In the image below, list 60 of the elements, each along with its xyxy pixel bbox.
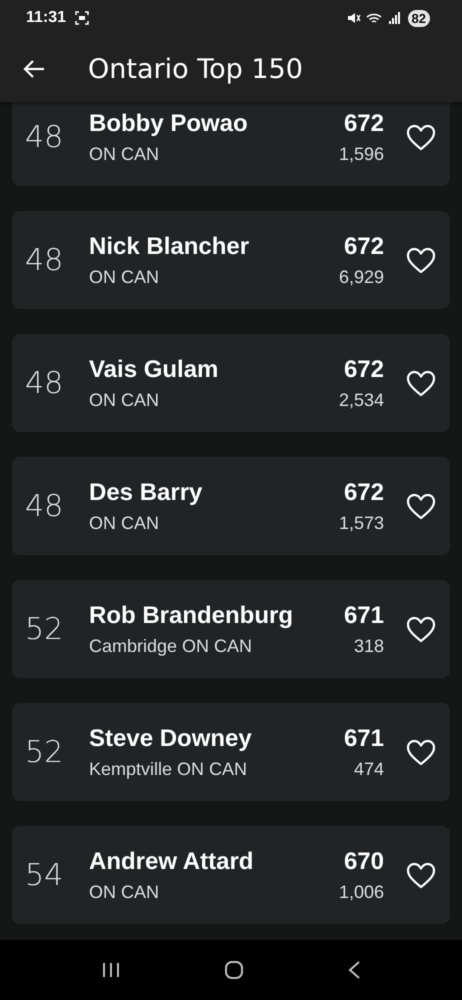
player-card[interactable]: 54 Andrew Attard ON CAN 670 1,006 xyxy=(12,826,450,924)
player-score: 672 xyxy=(344,478,384,506)
rating-count: 318 xyxy=(354,636,384,656)
recent-apps-icon[interactable] xyxy=(101,961,122,979)
heart-icon[interactable] xyxy=(406,616,436,642)
rank-number: 48 xyxy=(25,366,64,400)
player-name: Rob Brandenburg xyxy=(89,602,294,630)
player-location: ON CAN xyxy=(89,144,160,164)
rank-number: 52 xyxy=(25,612,64,646)
rank-number: 52 xyxy=(25,734,64,770)
rating-count: 1,573 xyxy=(338,512,384,534)
player-location: ON CAN xyxy=(89,266,160,288)
player-card[interactable]: 48 Bobby Powao ON CAN 672 1,596 xyxy=(12,102,450,186)
rank-number: 48 xyxy=(25,242,64,278)
player-name: Vais Gulam xyxy=(89,356,220,384)
player-card[interactable]: 52 Steve Downey Kemptville ON CAN 671 474 xyxy=(12,703,450,801)
heart-icon[interactable] xyxy=(406,370,436,396)
player-location: ON CAN xyxy=(89,390,160,410)
player-name: Nick Blancher xyxy=(89,232,250,260)
battery-level: 82 xyxy=(408,10,430,26)
player-card[interactable]: 48 Des Barry ON CAN 672 1,573 xyxy=(12,457,450,555)
player-score: 670 xyxy=(344,848,384,876)
rating-count: 1,006 xyxy=(338,882,384,902)
player-location: Cambridge ON CAN xyxy=(89,636,254,656)
rank-number: 48 xyxy=(25,120,64,154)
player-score: 672 xyxy=(344,356,384,384)
home-icon[interactable] xyxy=(224,960,244,980)
player-score: 672 xyxy=(344,232,384,260)
player-name: Steve Downey xyxy=(89,724,253,752)
player-location: ON CAN xyxy=(89,512,160,534)
player-score: 671 xyxy=(344,602,384,630)
player-name: Andrew Attard xyxy=(89,848,254,876)
back-arrow-icon[interactable] xyxy=(23,59,45,79)
status-time: 11:31 xyxy=(26,9,66,27)
wifi-icon xyxy=(366,12,384,24)
player-name: Bobby Powao xyxy=(89,110,249,138)
player-location: ON CAN xyxy=(89,882,160,902)
player-card[interactable]: 48 Vais Gulam ON CAN 672 2,534 xyxy=(12,334,450,432)
rating-count: 6,929 xyxy=(338,266,384,288)
rating-count: 1,596 xyxy=(338,144,384,164)
player-location: Kemptville ON CAN xyxy=(89,758,248,780)
mute-icon xyxy=(346,12,361,24)
back-icon[interactable] xyxy=(346,960,361,980)
heart-icon[interactable] xyxy=(406,246,436,274)
player-score: 671 xyxy=(344,724,384,752)
rank-number: 54 xyxy=(25,858,64,892)
heart-icon[interactable] xyxy=(406,738,436,766)
rating-count: 2,534 xyxy=(338,390,384,410)
screenshot-icon xyxy=(75,11,90,25)
signal-icon xyxy=(388,12,401,24)
rating-count: 474 xyxy=(354,758,384,780)
player-score: 672 xyxy=(344,110,384,138)
player-card[interactable]: 52 Rob Brandenburg Cambridge ON CAN 671 318 xyxy=(12,580,450,678)
player-card[interactable]: 48 Nick Blancher ON CAN 672 6,929 xyxy=(12,211,450,309)
heart-icon[interactable] xyxy=(406,492,436,520)
screen-title: Ontario Top 150 xyxy=(88,54,303,84)
rank-number: 48 xyxy=(25,488,64,524)
heart-icon[interactable] xyxy=(406,862,436,888)
player-name: Des Barry xyxy=(89,478,204,506)
heart-icon[interactable] xyxy=(406,124,436,150)
